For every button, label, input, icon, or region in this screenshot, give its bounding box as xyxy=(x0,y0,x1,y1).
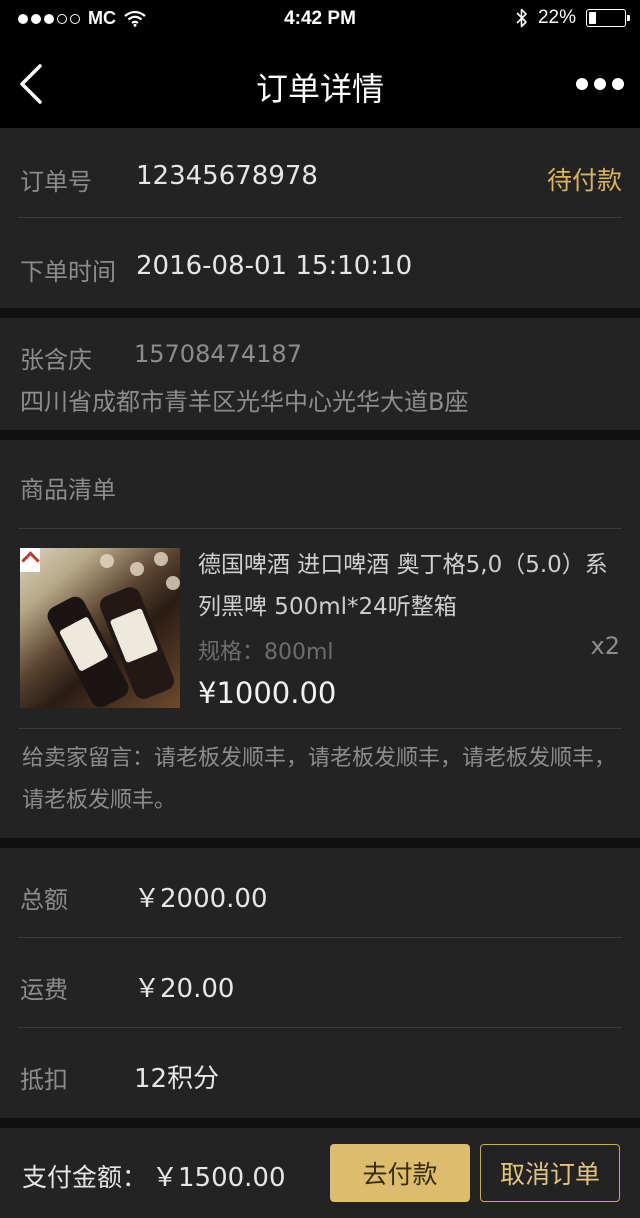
product-name: 德国啤酒 进口啤酒 奥丁格5,0（5.0）系列黑啤 500ml*24听整箱 xyxy=(198,552,608,620)
recipient-phone: 15708474187 xyxy=(134,340,302,368)
recipient-address: 四川省成都市青羊区光华中心光华大道B座 xyxy=(20,388,469,416)
total-row: 总额 ￥2000.00 xyxy=(0,848,640,938)
order-info-section: 订单号 12345678978 待付款 下单时间 2016-08-01 15:1… xyxy=(0,128,640,308)
address-section: 张含庆 15708474187 四川省成都市青羊区光华中心光华大道B座 xyxy=(0,318,640,430)
more-button[interactable] xyxy=(576,70,624,98)
seller-note: 给卖家留言：请老板发顺丰，请老板发顺丰，请老板发顺丰，请老板发顺丰。 xyxy=(22,746,617,813)
bluetooth-icon xyxy=(516,8,527,28)
brand-logo-icon xyxy=(20,548,40,572)
payment-bar: 支付金额： ￥1500.00 去付款 取消订单 xyxy=(0,1128,640,1218)
order-time-row: 下单时间 2016-08-01 15:10:10 xyxy=(0,218,640,308)
order-time-label: 下单时间 xyxy=(20,258,116,286)
shipping-amount: ￥20.00 xyxy=(134,974,235,1004)
total-amount: ￥2000.00 xyxy=(134,884,268,914)
order-time: 2016-08-01 15:10:10 xyxy=(136,251,413,281)
shipping-row: 运费 ￥20.00 xyxy=(0,938,640,1028)
battery-percent: 22% xyxy=(537,7,576,28)
total-label: 总额 xyxy=(20,886,68,914)
product-image[interactable] xyxy=(20,548,180,708)
divider xyxy=(18,528,622,529)
more-horizontal-icon xyxy=(576,78,588,90)
recipient-name: 张含庆 xyxy=(20,346,92,374)
product-spec: 规格：800ml xyxy=(198,640,334,665)
order-number-label: 订单号 xyxy=(20,168,92,196)
goods-section-title: 商品清单 xyxy=(20,476,116,504)
cancel-order-button[interactable]: 取消订单 xyxy=(480,1144,620,1202)
divider xyxy=(18,728,622,729)
pay-amount: ￥1500.00 xyxy=(152,1163,286,1193)
deduction-row: 抵扣 12积分 xyxy=(0,1028,640,1118)
product-quantity: x2 xyxy=(590,632,620,660)
order-number: 12345678978 xyxy=(136,161,318,191)
deduction-amount: 12积分 xyxy=(134,1064,220,1094)
status-bar: MC 4:42 PM 22% xyxy=(0,0,640,40)
pay-button[interactable]: 去付款 xyxy=(330,1144,470,1202)
summary-section: 总额 ￥2000.00 运费 ￥20.00 抵扣 12积分 xyxy=(0,848,640,1118)
order-status-badge: 待付款 xyxy=(546,166,622,195)
pay-amount-label: 支付金额： xyxy=(22,1163,148,1192)
battery-icon xyxy=(586,9,630,27)
deduction-label: 抵扣 xyxy=(20,1066,68,1094)
goods-section: 商品清单 德国啤酒 进口啤酒 奥丁格5,0（5.0）系列黑啤 500ml*24听… xyxy=(0,440,640,838)
order-number-row: 订单号 12345678978 待付款 xyxy=(0,128,640,218)
status-right: 22% xyxy=(516,7,630,29)
product-price: ¥1000.00 xyxy=(198,676,337,710)
page-title: 订单详情 xyxy=(255,70,384,108)
shipping-label: 运费 xyxy=(20,976,68,1004)
nav-bar: 订单详情 xyxy=(0,40,640,128)
